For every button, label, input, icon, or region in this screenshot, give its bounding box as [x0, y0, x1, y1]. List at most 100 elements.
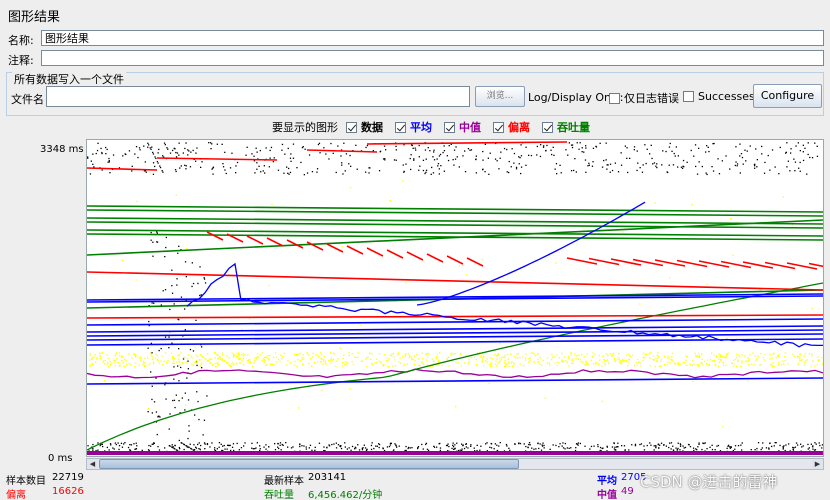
filename-input[interactable]	[46, 86, 470, 107]
name-input[interactable]: 图形结果	[41, 30, 824, 46]
legend-item-throughput[interactable]: 吞吐量	[542, 119, 590, 135]
data-point	[665, 150, 667, 153]
data-point	[528, 442, 531, 444]
legend-deviation-checkbox[interactable]	[493, 121, 504, 133]
data-point	[609, 171, 611, 173]
latest-sample-point	[136, 200, 138, 203]
legend-average-checkbox[interactable]	[395, 121, 406, 133]
latest-sample-point	[799, 359, 801, 361]
latest-sample-point	[609, 353, 611, 355]
latest-sample-point	[91, 356, 93, 359]
scroll-right-arrow-icon[interactable]: ▶	[812, 459, 823, 469]
data-point	[201, 367, 203, 369]
legend-item-data[interactable]: 数据	[346, 119, 383, 135]
data-point	[463, 447, 466, 450]
errors-only-box[interactable]	[609, 92, 620, 104]
data-point	[535, 448, 537, 450]
data-point	[458, 166, 460, 168]
latest-sample-point	[182, 357, 185, 359]
errors-only-checkbox[interactable]: 仅日志错误	[609, 90, 679, 106]
data-point	[184, 147, 186, 150]
data-point	[655, 445, 657, 447]
latest-sample-point	[436, 353, 439, 355]
scroll-thumb[interactable]	[99, 459, 519, 469]
data-point	[801, 446, 803, 448]
data-point	[319, 152, 321, 154]
configure-button[interactable]: Configure	[753, 84, 822, 108]
latest-sample-point	[376, 361, 378, 364]
data-point	[279, 444, 281, 446]
latest-sample-point	[342, 357, 344, 360]
data-point	[300, 161, 302, 164]
latest-sample-point	[194, 362, 196, 364]
latest-sample-point	[313, 361, 316, 364]
data-point	[290, 160, 292, 162]
latest-sample-point	[374, 362, 376, 364]
data-point	[539, 155, 542, 158]
data-point	[694, 144, 697, 146]
successes-box[interactable]	[683, 91, 694, 102]
comment-input[interactable]	[41, 50, 824, 66]
latest-sample-point	[506, 354, 509, 356]
latest-sample-point	[232, 362, 234, 364]
latest-sample-point	[500, 359, 502, 361]
data-point	[195, 319, 197, 321]
data-point	[415, 149, 417, 151]
data-point	[172, 149, 174, 152]
latest-sample-point	[791, 224, 794, 227]
data-point	[799, 161, 801, 164]
legend-data-label: 数据	[361, 121, 383, 134]
latest-sample-point	[308, 354, 310, 357]
latest-sample-point	[769, 353, 771, 356]
data-point	[701, 448, 703, 451]
data-point	[628, 449, 630, 451]
data-point	[340, 447, 343, 450]
data-point	[669, 442, 671, 444]
data-point	[172, 399, 174, 402]
legend-throughput-checkbox[interactable]	[542, 121, 553, 133]
data-point	[187, 368, 189, 370]
latest-sample-point	[349, 388, 351, 390]
data-point	[562, 447, 565, 449]
latest-sample-point	[608, 362, 610, 365]
data-point	[677, 155, 679, 157]
data-point	[437, 165, 439, 167]
data-point	[109, 443, 112, 445]
data-point	[177, 252, 179, 254]
data-point	[701, 165, 703, 168]
latest-sample-point	[121, 259, 123, 262]
data-point	[147, 142, 149, 144]
latest-sample-point	[130, 364, 132, 366]
latest-sample-point	[482, 353, 484, 355]
legend-item-deviation[interactable]: 偏离	[493, 119, 530, 135]
data-point	[277, 442, 279, 445]
data-point	[439, 449, 441, 452]
legend-item-average[interactable]: 平均	[395, 119, 432, 135]
latest-sample-point	[176, 361, 178, 363]
data-point	[769, 169, 771, 171]
latest-sample-point	[694, 352, 696, 354]
scroll-left-arrow-icon[interactable]: ◀	[87, 459, 98, 469]
data-point	[299, 443, 301, 446]
latest-sample-point	[529, 357, 531, 359]
data-point	[773, 445, 775, 447]
data-point	[203, 277, 205, 279]
latest-sample-point	[607, 361, 609, 363]
latest-sample-point	[649, 352, 651, 354]
graph-horizontal-scrollbar[interactable]: ◀ ▶	[86, 458, 824, 470]
data-point	[285, 442, 287, 444]
latest-sample-point	[568, 365, 570, 367]
latest-sample-point	[775, 357, 777, 359]
legend-data-checkbox[interactable]	[346, 121, 357, 133]
latest-sample-point	[264, 364, 267, 366]
latest-sample-point	[692, 380, 694, 382]
data-point	[509, 449, 511, 451]
latest-sample-point	[93, 356, 95, 358]
legend-median-checkbox[interactable]	[444, 121, 455, 133]
browse-button[interactable]: 浏览...	[475, 86, 525, 107]
legend-item-median[interactable]: 中值	[444, 119, 481, 135]
latest-sample-point	[310, 365, 313, 368]
data-point	[721, 160, 723, 162]
successes-checkbox[interactable]: Successes	[683, 90, 755, 103]
latest-sample-point	[419, 364, 421, 367]
